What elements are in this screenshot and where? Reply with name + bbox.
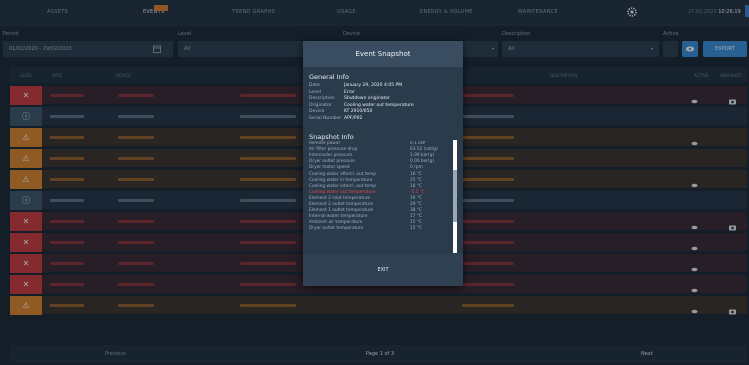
- modal-title: Event Snapshot: [303, 41, 463, 67]
- snapshot-label: Cooling water in temperature: [309, 177, 373, 183]
- snapshot-value: 0.00 bar(g): [410, 159, 435, 165]
- snapshot-value: 18 °C: [410, 183, 422, 189]
- general-info-title: General Info: [309, 73, 349, 81]
- snapshot-label: Cooling water aftercl. out temp.: [309, 171, 378, 177]
- snapshot-value: 17 °C: [410, 214, 422, 220]
- general-info-label: Level: [309, 89, 321, 95]
- snapshot-label: Air filter pressure drop: [309, 147, 358, 153]
- snapshot-value: 0 rpm: [410, 165, 423, 171]
- snapshot-label: Dryer motor speed: [309, 165, 350, 171]
- snapshot-label: Remote power: [309, 141, 341, 146]
- snapshot-label: Intercooler pressure: [309, 153, 353, 159]
- snapshot-value: -5.5 °C: [410, 189, 425, 195]
- snapshot-label: Cooling water intercl. out temp.: [309, 183, 378, 189]
- snapshot-value: 1.09 bar(g): [410, 153, 435, 159]
- general-info-value: Shutdown originator: [344, 96, 390, 101]
- snapshot-value: 0.1 kW: [410, 141, 425, 146]
- general-info-label: Device: [309, 109, 325, 114]
- snapshot-row: Cooling water aftercl. out temp. 16 °C: [309, 172, 455, 178]
- snapshot-label: Element 2 outlet temperature: [309, 202, 374, 207]
- snapshot-scrollbar[interactable]: [453, 140, 457, 253]
- scrollbar-thumb[interactable]: [453, 170, 457, 222]
- snapshot-label: Dryer outlet temperature: [309, 226, 364, 232]
- exit-button[interactable]: EXIT: [303, 254, 463, 286]
- snapshot-row: Dryer outlet temperature 15 °C: [309, 226, 455, 232]
- snapshot-row: Dryer motor speed 0 rpm: [309, 165, 455, 171]
- general-info-label: Date: [309, 83, 320, 88]
- general-info-value: KT 2910/650: [344, 109, 373, 114]
- snapshot-value: 19 °C: [410, 195, 422, 201]
- general-info-label: Serial Number: [309, 115, 342, 121]
- snapshot-label: Dryer outlet pressure: [309, 159, 355, 165]
- general-info-value: Error: [344, 89, 355, 95]
- general-info-value: APF/P02: [344, 115, 363, 121]
- snapshot-label: Element 2 inlet temperature: [309, 195, 371, 201]
- general-info-value: January 29, 2020 4:05 PM: [344, 83, 403, 88]
- general-info-value: Cooling water out temperature: [344, 102, 414, 108]
- snapshot-value: 16 °C: [410, 171, 422, 177]
- snapshot-label: Internal water temperature: [309, 214, 368, 220]
- snapshot-label: Element 1 outlet temperature: [309, 208, 374, 214]
- snapshot-value: 38 °C: [410, 208, 422, 214]
- snapshot-info-title: Snapshot Info: [309, 133, 354, 141]
- snapshot-value: 29 °C: [410, 202, 422, 207]
- general-info-label: Description: [309, 96, 335, 101]
- snapshot-label: Cooling water out temperature: [309, 189, 376, 195]
- snapshot-value: 15 °C: [410, 226, 422, 232]
- snapshot-row: Element 2 inlet temperature 19 °C: [309, 196, 455, 202]
- snapshot-row: Cooling water intercl. out temp. 18 °C: [309, 184, 455, 190]
- event-snapshot-modal: Event Snapshot General Info Date January …: [303, 41, 463, 286]
- snapshot-value: 25 °C: [410, 177, 422, 183]
- snapshot-row: Cooling water out temperature -5.5 °C: [309, 190, 455, 196]
- general-info-label: Originator: [309, 102, 332, 108]
- snapshot-value: 15 °C: [410, 220, 422, 226]
- snapshot-label: Ambient air temperature: [309, 220, 363, 226]
- snapshot-value: 63.52 (sat/g): [410, 147, 438, 153]
- snapshot-row: Cooling water in temperature 25 °C: [309, 178, 455, 184]
